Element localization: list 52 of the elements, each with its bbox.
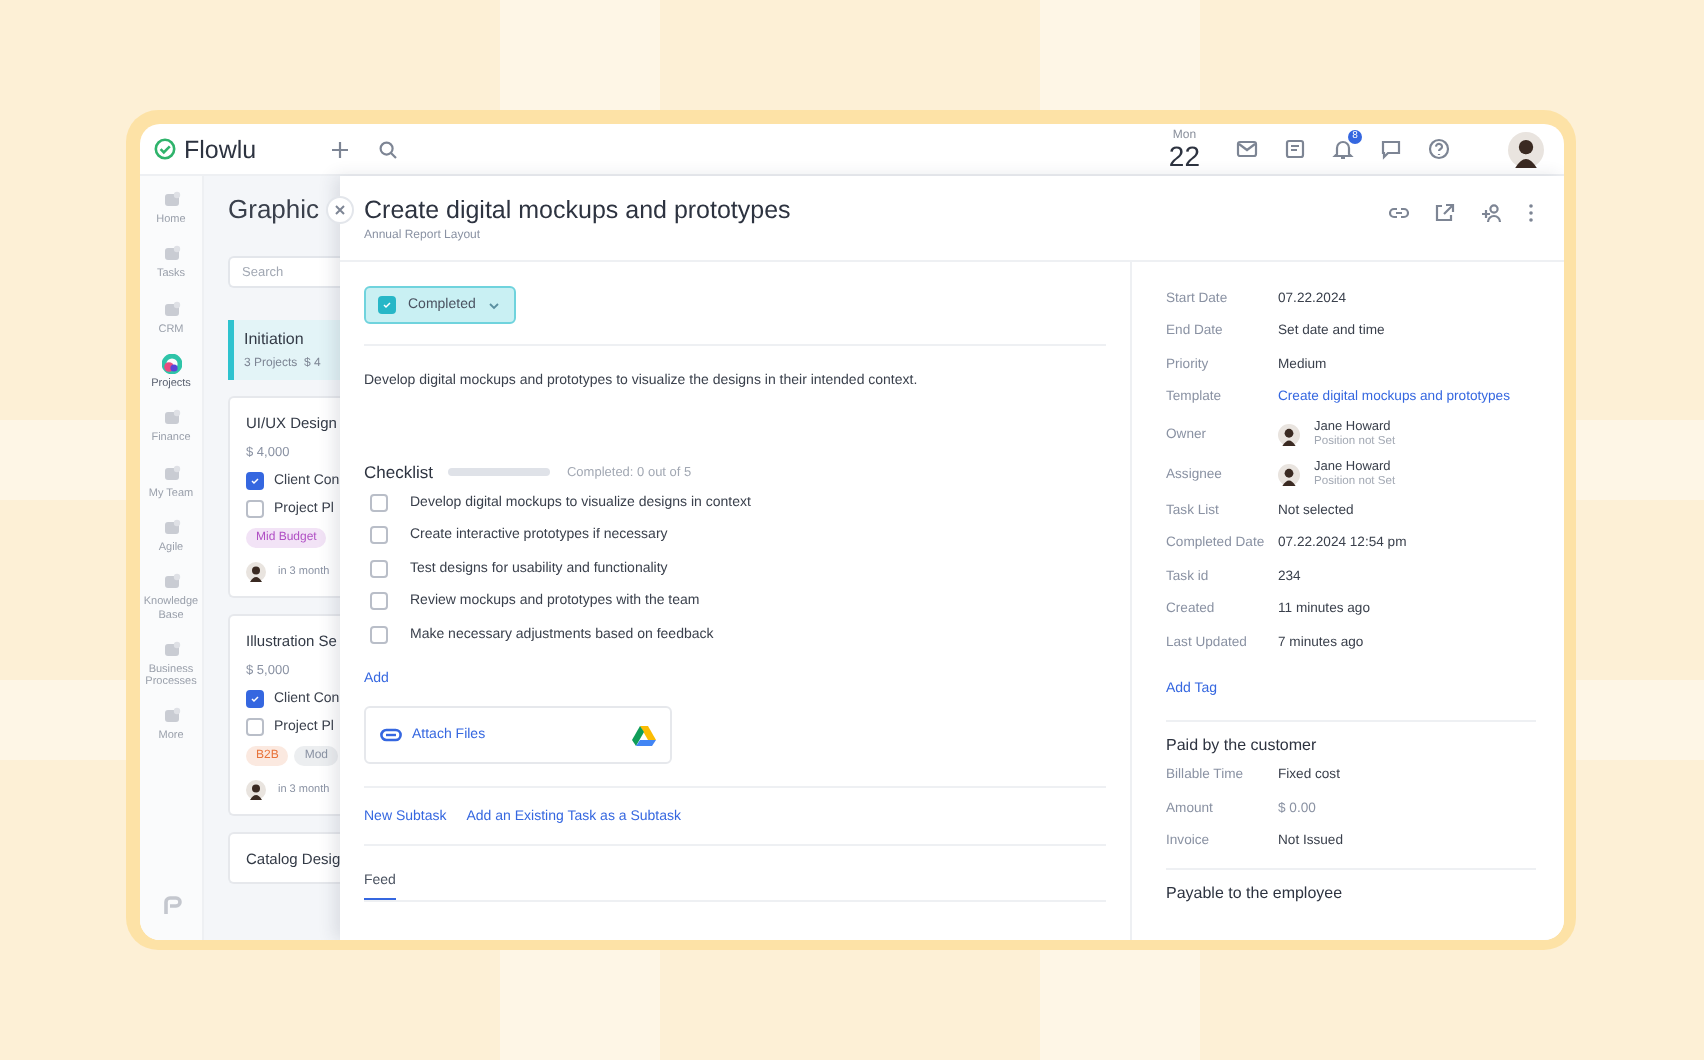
mail-icon[interactable] [1236,138,1258,160]
chat-icon[interactable] [1380,138,1402,160]
notes-icon[interactable] [1284,138,1306,160]
checkbox[interactable] [246,690,264,708]
checkbox[interactable] [246,718,264,736]
avatar-icon [246,780,266,800]
checkmark-icon [250,476,260,486]
paperclip-icon [380,727,402,741]
module-icon [161,572,181,593]
app-logo: Flowlu [184,135,257,163]
module-icon [161,244,181,265]
module-icon [161,639,181,660]
day-number: 22 [1168,141,1200,169]
module-icon [161,299,181,320]
checkbox[interactable] [246,500,264,518]
checkbox[interactable] [370,625,388,644]
module-icon [161,463,181,484]
search-icon[interactable] [378,139,399,159]
stage-name: Initiation [244,330,306,348]
avatar-icon [1278,463,1300,485]
checklist-title: Checklist [364,462,433,482]
close-button[interactable] [326,196,354,224]
avatar-icon [246,562,266,582]
board-title: Graphic [228,194,322,224]
task-title: Create digital mockups and prototypes [364,196,791,224]
drive-icon[interactable] [632,723,656,745]
module-icon [161,706,181,727]
checkmark-icon [382,300,392,310]
section-title: Payable to the employee [1166,884,1345,902]
module-icon [161,190,181,210]
add-person-icon[interactable] [1480,202,1502,224]
module-icon [161,408,181,429]
plus-icon[interactable] [330,139,351,159]
avatar-icon[interactable] [1508,131,1544,167]
module-icon [161,353,181,374]
module-icon [161,517,181,538]
bell-icon[interactable] [1332,138,1354,160]
logo-check-icon [154,138,176,160]
checkbox[interactable] [370,526,388,545]
caret-icon [487,299,500,311]
more-icon[interactable] [1526,202,1536,224]
checkbox[interactable] [246,472,264,490]
link-icon[interactable] [1388,202,1410,224]
checkmark-icon [250,694,260,704]
close-icon [334,204,346,216]
help-icon[interactable] [1428,138,1450,160]
checkbox[interactable] [370,493,388,512]
checkbox[interactable] [370,592,388,611]
avatar-icon [1278,423,1300,445]
checkbox[interactable] [370,559,388,578]
section-title: Paid by the customer [1166,735,1319,753]
external-link-icon[interactable] [1434,202,1456,224]
